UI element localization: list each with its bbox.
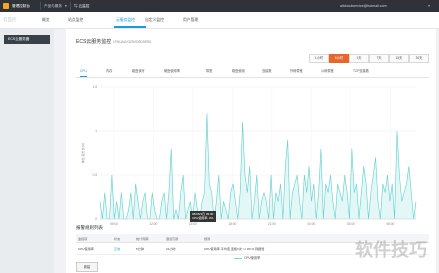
- chart-tooltip: 08/06/4日 09:00 CPU使用率: 0%: [190, 211, 216, 222]
- series-area: [100, 113, 416, 219]
- y-tick-label: 1.5: [93, 85, 98, 89]
- x-tick-label: 18:00: [228, 222, 236, 226]
- cpu-chart-svg: 0 0.5 1 1.5 单位:百分比(%) 09:00 12:00 15:00 18:00 21:…: [80, 85, 417, 226]
- chevron-down-icon: ▾: [65, 4, 67, 8]
- sub-navigation: 云监控 概览 站点监控 云服务监控 自定义监控 用户管理: [0, 12, 439, 29]
- tab-disk[interactable]: 磁盘使用: [232, 67, 245, 76]
- x-tick-label: 00:00: [307, 222, 315, 226]
- metric-tabs: CPU 内存 磁盘读写 硬盘使用率 带宽 磁盘使用 连接数 外网带宽 公网带宽 …: [76, 67, 429, 78]
- x-tick-label: 09:00: [110, 222, 118, 226]
- menu-icon[interactable]: ≡: [428, 4, 430, 8]
- subnav-custom-monitor[interactable]: 自定义监控: [145, 18, 164, 23]
- tab-public-bandwidth[interactable]: 外网带宽: [290, 67, 303, 76]
- cell-period: 5分钟: [136, 247, 144, 251]
- tab-disk-io[interactable]: 磁盘读写: [132, 67, 145, 76]
- column-header: 监控项: [78, 237, 88, 241]
- tab-cpu[interactable]: CPU: [80, 67, 87, 77]
- tab-memory[interactable]: 内存: [106, 67, 112, 76]
- column-header: 统计周期: [136, 237, 149, 241]
- cpu-chart: 0 0.5 1 1.5 单位:百分比(%) 09:00 12:00 15:00 18:00 21:…: [76, 79, 429, 260]
- x-tick-label: 21:00: [268, 222, 276, 226]
- range-button-15d[interactable]: 15天: [389, 54, 409, 63]
- cell-rule: CPU使用率 平均值 连续3次 >= 80 % 则报警: [204, 247, 265, 251]
- range-button-7d[interactable]: 7天: [369, 54, 389, 63]
- legend-label: CPU使用率: [244, 256, 261, 260]
- cell-status[interactable]: 正常: [114, 246, 120, 251]
- y-axis-label: 单位:百分比(%): [80, 143, 85, 164]
- x-tick-label: 06:00: [386, 222, 394, 226]
- watermark-text: 软件技巧: [355, 240, 427, 260]
- nav-console-home[interactable]: 管理控制台: [12, 4, 30, 9]
- product-brand: 云监控: [3, 17, 17, 22]
- cell-silence: 24小时: [166, 247, 176, 251]
- topbar-divider: [70, 2, 71, 10]
- tab-tcp-connections[interactable]: TCP连接数: [353, 67, 369, 76]
- active-tab-indicator: [114, 26, 146, 28]
- tooltip-value: CPU使用率: 0%: [192, 216, 214, 220]
- range-button-6h[interactable]: 6小时: [329, 54, 349, 63]
- range-button-1h[interactable]: 1小时: [309, 54, 329, 63]
- y-tick-label: 0: [95, 217, 97, 221]
- add-rule-button[interactable]: 新建: [76, 262, 98, 272]
- subnav-overview[interactable]: 概览: [42, 18, 50, 23]
- nav-cloud-monitor[interactable]: ⇆ 云监控: [74, 4, 89, 9]
- account-email[interactable]: alicloudservice@hotmail.com: [340, 4, 387, 8]
- x-tick-label: 15:00: [189, 222, 197, 226]
- subnav-cloud-service-monitor[interactable]: 云服务监控: [116, 18, 135, 23]
- y-tick-label: 1: [95, 129, 97, 133]
- nav-cloud-monitor-label: 云监控: [78, 4, 90, 8]
- instance-id: i-FNUA4V3Z9VD5D9ER0: [112, 40, 152, 44]
- page-title-text: ECS云服务监控: [76, 39, 112, 45]
- legend-swatch: [234, 257, 242, 259]
- y-tick-label: 0.5: [93, 173, 98, 177]
- tab-bandwidth[interactable]: 带宽: [206, 67, 212, 76]
- page-title: ECS云服务监控 i-FNUA4V3Z9VD5D9ER0: [76, 38, 151, 45]
- topbar-divider: [40, 2, 41, 10]
- tab-disk-usage[interactable]: 硬盘使用率: [164, 67, 180, 76]
- column-header: 状态: [114, 237, 121, 241]
- x-tick-label: 03:00: [347, 222, 355, 226]
- column-header: 通道沉默: [166, 237, 179, 241]
- column-header: 规则: [204, 237, 211, 241]
- top-bar: 管理控制台 产品与服务 ▾ ⇆ 云监控 alicloudservice@hotm…: [0, 0, 439, 12]
- tab-connections[interactable]: 连接数: [262, 67, 272, 76]
- subnav-site-monitor[interactable]: 站点监控: [68, 18, 83, 23]
- alarm-rules-heading: 报警规则列表: [76, 225, 103, 230]
- tab-internet-bandwidth[interactable]: 公网带宽: [321, 67, 334, 76]
- chart-legend[interactable]: CPU使用率: [234, 255, 260, 260]
- sidebar: ECS云服务器: [0, 29, 54, 273]
- subnav-user-management[interactable]: 用户管理: [183, 18, 198, 23]
- cell-metric: CPU使用率: [78, 247, 94, 251]
- range-button-30d[interactable]: 30天: [409, 54, 429, 63]
- nav-products[interactable]: 产品与服务: [44, 4, 62, 9]
- range-button-1d[interactable]: 1天: [349, 54, 369, 63]
- console-logo-icon[interactable]: [3, 3, 9, 9]
- sidebar-item-ecs[interactable]: ECS云服务器: [4, 35, 50, 44]
- x-tick-label: 12:00: [149, 222, 157, 226]
